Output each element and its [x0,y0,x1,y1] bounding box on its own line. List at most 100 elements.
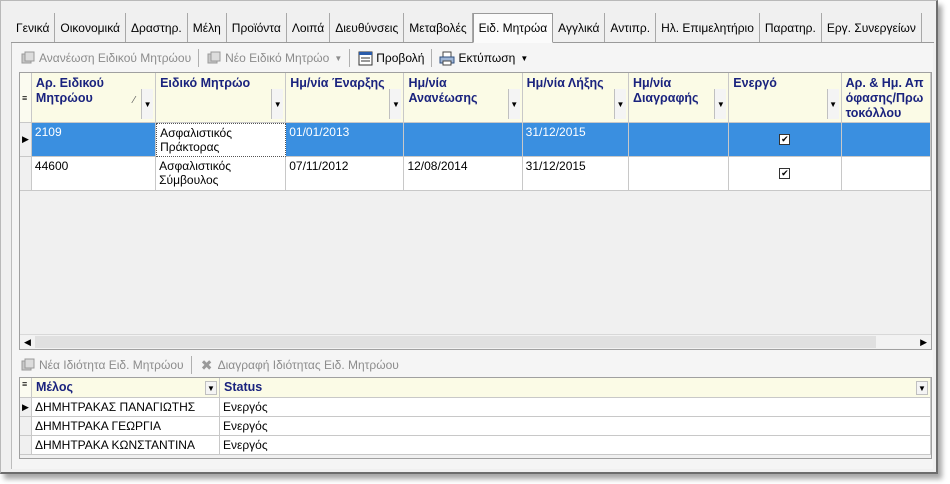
col-decision-label: Αρ. & Ημ. Απόφασης/Πρωτοκόλλου [845,76,924,120]
cell-registry-number[interactable]: 2109 [31,123,157,157]
list-item[interactable]: ▶ ΔΗΜΗΤΡΑΚΑΣ ΠΑΝΑΓΙΩΤΗΣ Ενεργός [20,398,931,417]
cell-decision[interactable] [841,157,931,191]
tab-e-chamber[interactable]: Ηλ. Επιμελητήριο [656,13,760,42]
delete-property-label: Διαγραφή Ιδιότητας Ειδ. Μητρώου [217,358,399,372]
column-chooser[interactable]: ≡ [20,73,32,123]
filter-dropdown-icon[interactable]: ▼ [916,381,928,395]
col-decision[interactable]: Αρ. & Ημ. Απόφασης/Πρωτοκόλλου [841,73,931,123]
scroll-right-icon[interactable]: ▶ [920,337,927,348]
view-button[interactable]: Προβολή [353,48,428,68]
filter-dropdown-icon[interactable]: ▼ [271,89,284,119]
tab-notes[interactable]: Παρατηρ. [759,13,822,42]
active-checkbox[interactable]: ✔ [779,134,791,145]
active-checkbox[interactable]: ✔ [779,168,791,179]
renew-registry-button[interactable]: Ανανέωση Ειδικού Μητρώου [16,48,195,68]
tab-workshops[interactable]: Εργ. Συνεργείων [821,13,922,42]
row-pointer-icon: ▶ [22,402,29,412]
cell-renewal-date[interactable]: 12/08/2014 [404,157,523,191]
column-chooser[interactable]: ≡ [20,378,32,398]
new-registry-button[interactable]: Νέο Ειδικό Μητρώο ▼ [202,48,346,68]
col-registry-label: Ειδικό Μητρώο [160,76,251,90]
tab-special-registries[interactable]: Ειδ. Μητρώα [472,13,554,43]
cell-expiry-date[interactable]: 31/12/2015 [522,157,629,191]
column-chooser-icon: ≡ [22,379,28,389]
tab-content: Ανανέωση Ειδικού Μητρώου Νέο Ειδικό Μητρ… [11,43,933,469]
col-renewal-date-label: Ημ/νία Ανανέωσης [408,76,478,105]
members-grid-header: ≡ Μέλος ▼ Status ▼ [20,378,931,398]
cell-active[interactable]: ✔ [729,123,842,157]
col-deletion-date[interactable]: Ημ/νία Διαγραφής ▼ [628,73,730,123]
cell-registry[interactable]: Ασφαλιστικός Σύμβουλος [156,157,287,191]
new-icon [20,357,36,373]
registry-grid-header: ≡ Αρ. Ειδικού Μητρώου ⁄ ▼ Ειδικό Μητρώο … [20,73,931,123]
new-property-button[interactable]: Νέα Ιδιότητα Ειδ. Μητρώου [16,355,188,375]
filter-dropdown-icon[interactable]: ▼ [141,89,154,119]
cell-active[interactable]: ✔ [729,157,842,191]
cell-status[interactable]: Ενεργός [220,436,931,455]
cell-start-date[interactable]: 07/11/2012 [286,157,405,191]
cell-status[interactable]: Ενεργός [220,398,931,417]
tab-addresses[interactable]: Διευθύνσεις [330,13,405,42]
tab-strip: Γενικά Οικονομικά Δραστηρ. Μέλη Προϊόντα… [11,13,934,43]
renew-icon [20,50,36,66]
cell-registry-number[interactable]: 44600 [31,157,157,191]
tab-other[interactable]: Λοιπά [286,13,331,42]
filter-dropdown-icon[interactable]: ▼ [507,89,520,119]
filter-dropdown-icon[interactable]: ▼ [714,89,727,119]
table-row[interactable]: ▶ 2109 Ασφαλιστικός Πράκτορας 01/01/2013… [20,123,931,157]
tab-financial[interactable]: Οικονομικά [55,13,126,42]
tab-activities[interactable]: Δραστηρ. [126,13,188,42]
filter-dropdown-icon[interactable]: ▼ [826,89,839,119]
chevron-down-icon: ▼ [520,53,529,63]
col-member-label: Μέλος [36,380,73,394]
cell-deletion-date[interactable] [628,123,730,157]
print-label: Εκτύπωση [458,51,516,65]
cell-member[interactable]: ΔΗΜΗΤΡΑΚΑ ΓΕΩΡΓΙΑ [32,417,220,436]
grid-empty-area [20,191,931,334]
col-start-date-label: Ημ/νία Έναρξης [290,76,385,90]
cell-deletion-date[interactable] [628,157,730,191]
cell-renewal-date[interactable] [404,123,523,157]
printer-icon [439,50,455,66]
row-indicator [20,436,32,455]
col-active[interactable]: Ενεργό ▼ [729,73,842,123]
col-status[interactable]: Status ▼ [220,378,931,398]
cell-expiry-date[interactable]: 31/12/2015 [522,123,629,157]
new-property-label: Νέα Ιδιότητα Ειδ. Μητρώου [39,358,184,372]
cell-decision[interactable] [841,123,931,157]
sort-icon: ⁄ [133,95,136,106]
cell-start-date[interactable]: 01/01/2013 [286,123,405,157]
col-status-label: Status [224,380,263,394]
col-registry[interactable]: Ειδικό Μητρώο ▼ [156,73,287,123]
list-item[interactable]: ΔΗΜΗΤΡΑΚΑ ΚΩΝΣΤΑΝΤΙΝΑ Ενεργός [20,436,931,455]
tab-english[interactable]: Αγγλικά [553,13,606,42]
horizontal-scrollbar[interactable]: ◀ ▶ [20,334,931,349]
row-indicator [20,417,32,436]
delete-property-button[interactable]: ✖ Διαγραφή Ιδιότητας Ειδ. Μητρώου [195,355,403,375]
col-member[interactable]: Μέλος ▼ [32,378,220,398]
tab-products[interactable]: Προϊόντα [226,13,287,42]
print-button[interactable]: Εκτύπωση ▼ [435,48,532,68]
tab-representatives[interactable]: Αντιπρ. [605,13,657,42]
cell-registry[interactable]: Ασφαλιστικός Πράκτορας [156,123,287,157]
cell-status[interactable]: Ενεργός [220,417,931,436]
toolbar-separator [349,49,351,67]
col-start-date[interactable]: Ημ/νία Έναρξης ▼ [286,73,405,123]
scroll-left-icon[interactable]: ◀ [24,337,31,348]
table-row[interactable]: 44600 Ασφαλιστικός Σύμβουλος 07/11/2012 … [20,157,931,191]
row-indicator [20,157,32,191]
cell-member[interactable]: ΔΗΜΗΤΡΑΚΑΣ ΠΑΝΑΓΙΩΤΗΣ [32,398,220,417]
tab-members[interactable]: Μέλη [187,13,227,42]
col-renewal-date[interactable]: Ημ/νία Ανανέωσης ▼ [404,73,523,123]
col-expiry-date[interactable]: Ημ/νία Λήξης ▼ [522,73,629,123]
tab-general[interactable]: Γενικά [11,13,56,42]
filter-dropdown-icon[interactable]: ▼ [389,89,402,119]
filter-dropdown-icon[interactable]: ▼ [613,89,626,119]
filter-dropdown-icon[interactable]: ▼ [205,381,217,395]
tab-changes[interactable]: Μεταβολές [404,13,473,42]
cell-member[interactable]: ΔΗΜΗΤΡΑΚΑ ΚΩΝΣΤΑΝΤΙΝΑ [32,436,220,455]
list-item[interactable]: ΔΗΜΗΤΡΑΚΑ ΓΕΩΡΓΙΑ Ενεργός [20,417,931,436]
column-chooser-icon: ≡ [22,93,28,103]
scrollbar-thumb[interactable] [35,336,876,348]
col-registry-number[interactable]: Αρ. Ειδικού Μητρώου ⁄ ▼ [31,73,157,123]
